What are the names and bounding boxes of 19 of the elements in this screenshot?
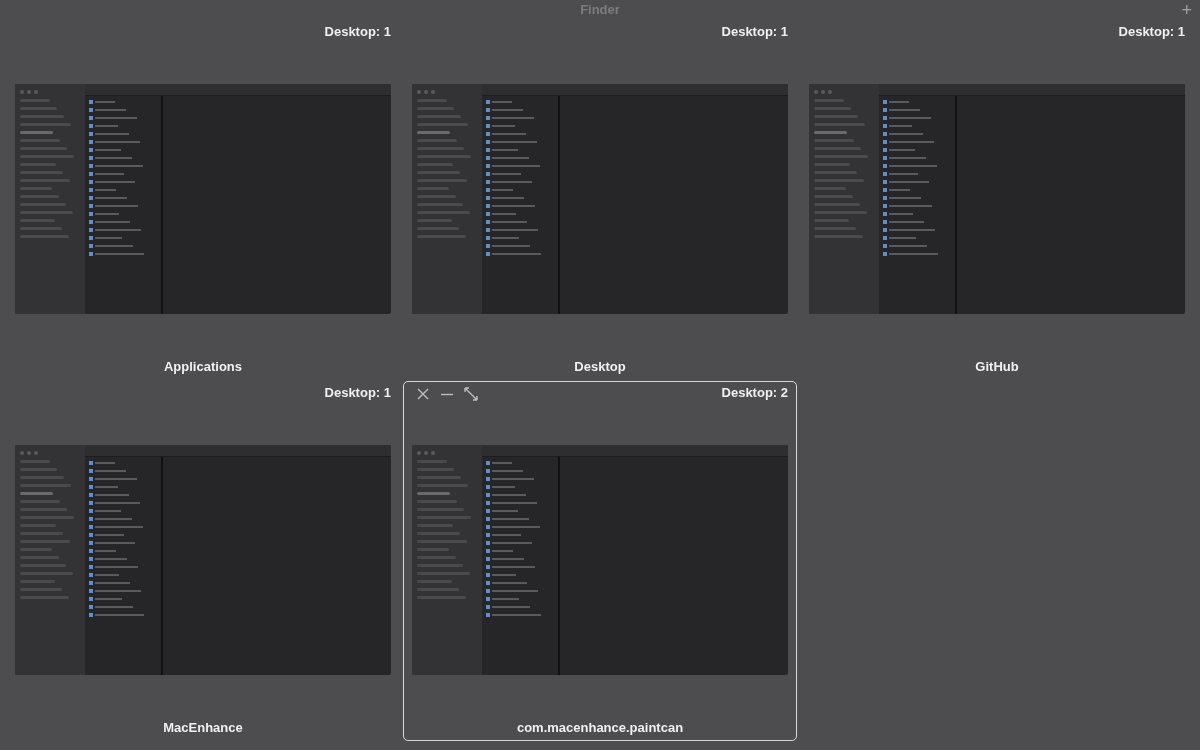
window-thumbnail-drawing[interactable]: [15, 445, 391, 675]
window-title: Desktop: [574, 359, 626, 375]
desktop-label: Desktop: 1: [324, 24, 391, 40]
desktop-label: Desktop: 2: [721, 385, 788, 401]
desktop-label: Desktop: 1: [721, 24, 788, 40]
window-title: com.macenhance.paintcan: [516, 720, 684, 736]
window-thumbnail-drawing[interactable]: [809, 84, 1185, 314]
minimize-icon[interactable]: [440, 392, 454, 396]
desktop-label: Desktop: 1: [1118, 24, 1185, 40]
close-icon[interactable]: [416, 387, 430, 401]
window-title: GitHub: [975, 359, 1019, 375]
window-thumbnail-drawing[interactable]: [412, 84, 788, 314]
window-thumbnail-drawing[interactable]: [15, 84, 391, 314]
fullscreen-icon[interactable]: [464, 387, 478, 401]
desktop-label: Desktop: 1: [324, 385, 391, 401]
window-title: Applications: [164, 359, 242, 375]
window-thumbnail-drawing[interactable]: [412, 445, 788, 675]
window-title: MacEnhance: [163, 720, 243, 736]
add-desktop-button[interactable]: +: [1181, 1, 1192, 19]
